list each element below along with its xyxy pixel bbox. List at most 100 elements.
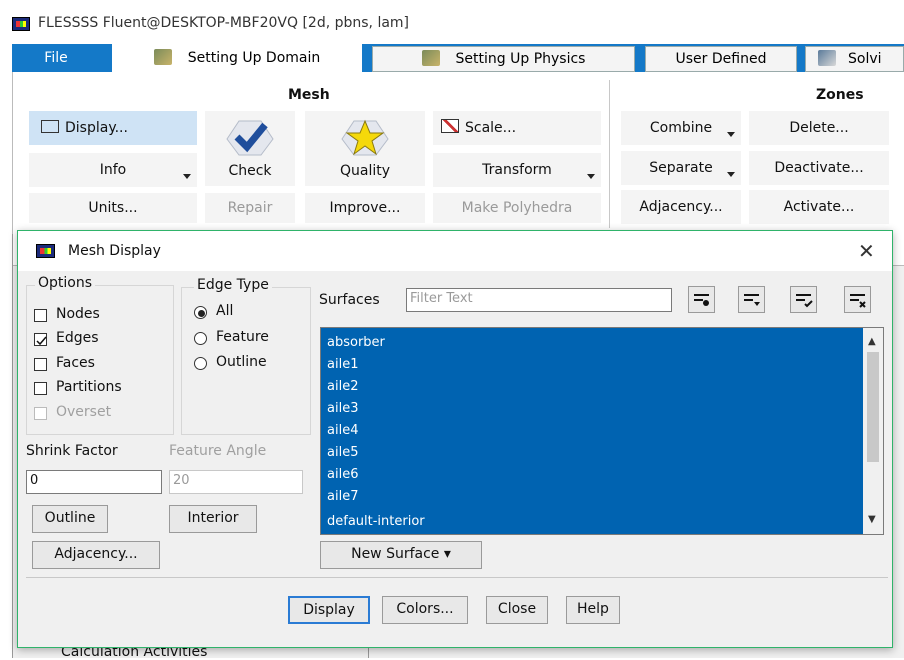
deselect-all-button[interactable] — [844, 286, 871, 313]
nodes-checkbox-label: Nodes — [56, 306, 100, 322]
fluent-app-icon — [36, 244, 55, 258]
surface-list-item[interactable]: aile4 — [327, 423, 358, 438]
combine-label: Combine — [649, 120, 713, 136]
zones-activate-button[interactable]: Activate... — [749, 190, 889, 224]
surface-list-item[interactable]: aile5 — [327, 445, 358, 460]
mesh-quality-button[interactable]: Quality — [305, 111, 425, 186]
edge-type-outline-radio[interactable] — [194, 357, 207, 370]
ribbon-panel: Mesh Display... Info Units... Check Repa… — [12, 72, 904, 234]
surface-list-item[interactable]: aile2 — [327, 379, 358, 394]
zones-group-title: Zones — [816, 87, 864, 103]
separate-label: Separate — [649, 160, 713, 176]
surface-list-item[interactable]: absorber — [327, 335, 385, 350]
display-icon — [41, 120, 59, 133]
domain-icon — [153, 49, 172, 65]
mesh-info-button[interactable]: Info — [29, 153, 197, 187]
zones-combine-button[interactable]: Combine — [621, 111, 741, 145]
colors-button[interactable]: Colors... — [382, 596, 468, 624]
zones-delete-button[interactable]: Delete... — [749, 111, 889, 145]
select-all-surfaces-button[interactable] — [688, 286, 715, 313]
surfaces-scrollbar[interactable]: ▲ ▼ — [863, 328, 883, 534]
tab-setting-up-physics[interactable]: Setting Up Physics — [372, 46, 635, 72]
list-clear-icon — [850, 294, 866, 308]
mesh-display-button[interactable]: Display... — [29, 111, 197, 145]
edge-type-group-label: Edge Type — [194, 277, 272, 293]
surface-list-item[interactable]: aile3 — [327, 401, 358, 416]
edges-checkbox[interactable] — [34, 333, 47, 346]
edges-checkbox-label: Edges — [56, 330, 99, 346]
close-button[interactable]: Close — [486, 596, 548, 624]
overset-checkbox[interactable] — [34, 407, 47, 420]
partitions-checkbox[interactable] — [34, 382, 47, 395]
transform-label: Transform — [482, 162, 552, 178]
help-button[interactable]: Help — [566, 596, 620, 624]
tab-label: Solvi — [848, 51, 882, 67]
surfaces-list[interactable]: absorber aile1 aile2 aile3 aile4 aile5 a… — [320, 327, 884, 535]
mesh-display-label: Display... — [65, 120, 128, 136]
adjacency-button[interactable]: Adjacency... — [32, 541, 160, 569]
mesh-check-button[interactable]: Check — [205, 111, 295, 186]
select-checked-button[interactable] — [790, 286, 817, 313]
interior-button[interactable]: Interior — [169, 505, 257, 533]
select-group-button[interactable] — [738, 286, 765, 313]
zones-adjacency-button[interactable]: Adjacency... — [621, 190, 741, 224]
surface-list-item[interactable]: aile7 — [327, 489, 358, 504]
mesh-transform-button[interactable]: Transform — [433, 153, 601, 187]
list-check-icon — [796, 294, 813, 308]
chevron-up-icon[interactable]: ▲ — [868, 336, 876, 347]
zones-deactivate-button[interactable]: Deactivate... — [749, 151, 889, 185]
tab-file[interactable]: File — [12, 44, 100, 72]
star-icon — [341, 119, 389, 156]
outline-button[interactable]: Outline — [32, 505, 108, 533]
checkmark-icon — [226, 120, 274, 156]
faces-checkbox[interactable] — [34, 358, 47, 371]
options-group-label: Options — [35, 275, 96, 291]
mesh-improve-button[interactable]: Improve... — [305, 193, 425, 223]
tab-setting-up-domain[interactable]: Setting Up Domain — [112, 44, 362, 72]
chevron-down-icon — [727, 132, 735, 137]
physics-icon — [421, 50, 440, 66]
scrollbar-thumb[interactable] — [867, 352, 879, 462]
quality-label: Quality — [339, 163, 391, 179]
surface-list-item[interactable]: aile1 — [327, 357, 358, 372]
surface-list-item[interactable]: aile6 — [327, 467, 358, 482]
zones-separate-button[interactable]: Separate — [621, 151, 741, 185]
mesh-repair-button[interactable]: Repair — [205, 193, 295, 223]
ribbon-tab-bar: File Setting Up Domain Setting Up Physic… — [12, 44, 904, 72]
mesh-scale-button[interactable]: Scale... — [433, 111, 601, 145]
fluent-app-icon — [12, 17, 30, 31]
shrink-factor-field[interactable]: 0 — [26, 470, 162, 494]
window-title: FLESSSS Fluent@DESKTOP-MBF20VQ [2d, pbns… — [38, 15, 410, 31]
edge-type-all-label: All — [216, 303, 234, 319]
filter-list-icon — [694, 294, 709, 306]
tab-solving[interactable]: Solvi — [805, 46, 904, 72]
surfaces-label: Surfaces — [319, 292, 380, 308]
chevron-down-icon[interactable]: ▼ — [868, 514, 876, 525]
new-surface-button[interactable]: New Surface ▾ — [320, 541, 482, 569]
scale-icon — [441, 119, 459, 133]
surfaces-filter-input[interactable]: Filter Text — [406, 288, 672, 312]
nodes-checkbox[interactable] — [34, 309, 47, 322]
partitions-checkbox-label: Partitions — [56, 379, 122, 395]
tab-user-defined[interactable]: User Defined — [645, 46, 797, 72]
checkmark-icon — [36, 336, 47, 346]
surface-list-item[interactable]: default-interior — [327, 514, 425, 529]
edge-type-all-radio[interactable] — [194, 306, 207, 319]
list-dropdown-icon — [744, 294, 760, 306]
feature-angle-field[interactable]: 20 — [169, 470, 303, 494]
make-polyhedra-button[interactable]: Make Polyhedra — [433, 193, 601, 223]
mesh-units-button[interactable]: Units... — [29, 193, 197, 223]
tab-label: Setting Up Physics — [455, 51, 586, 67]
dialog-divider — [26, 577, 888, 578]
close-icon[interactable]: ✕ — [858, 239, 875, 263]
solving-icon — [818, 50, 836, 66]
edge-type-feature-radio[interactable] — [194, 332, 207, 345]
display-button[interactable]: Display — [288, 596, 370, 624]
ribbon-divider — [609, 80, 610, 228]
edge-type-feature-label: Feature — [216, 329, 269, 345]
mesh-info-label: Info — [99, 162, 127, 178]
window-titlebar: FLESSSS Fluent@DESKTOP-MBF20VQ [2d, pbns… — [0, 0, 904, 40]
dialog-titlebar[interactable]: Mesh Display ✕ — [18, 231, 892, 271]
chevron-down-icon — [727, 172, 735, 177]
dialog-title: Mesh Display — [68, 243, 161, 259]
